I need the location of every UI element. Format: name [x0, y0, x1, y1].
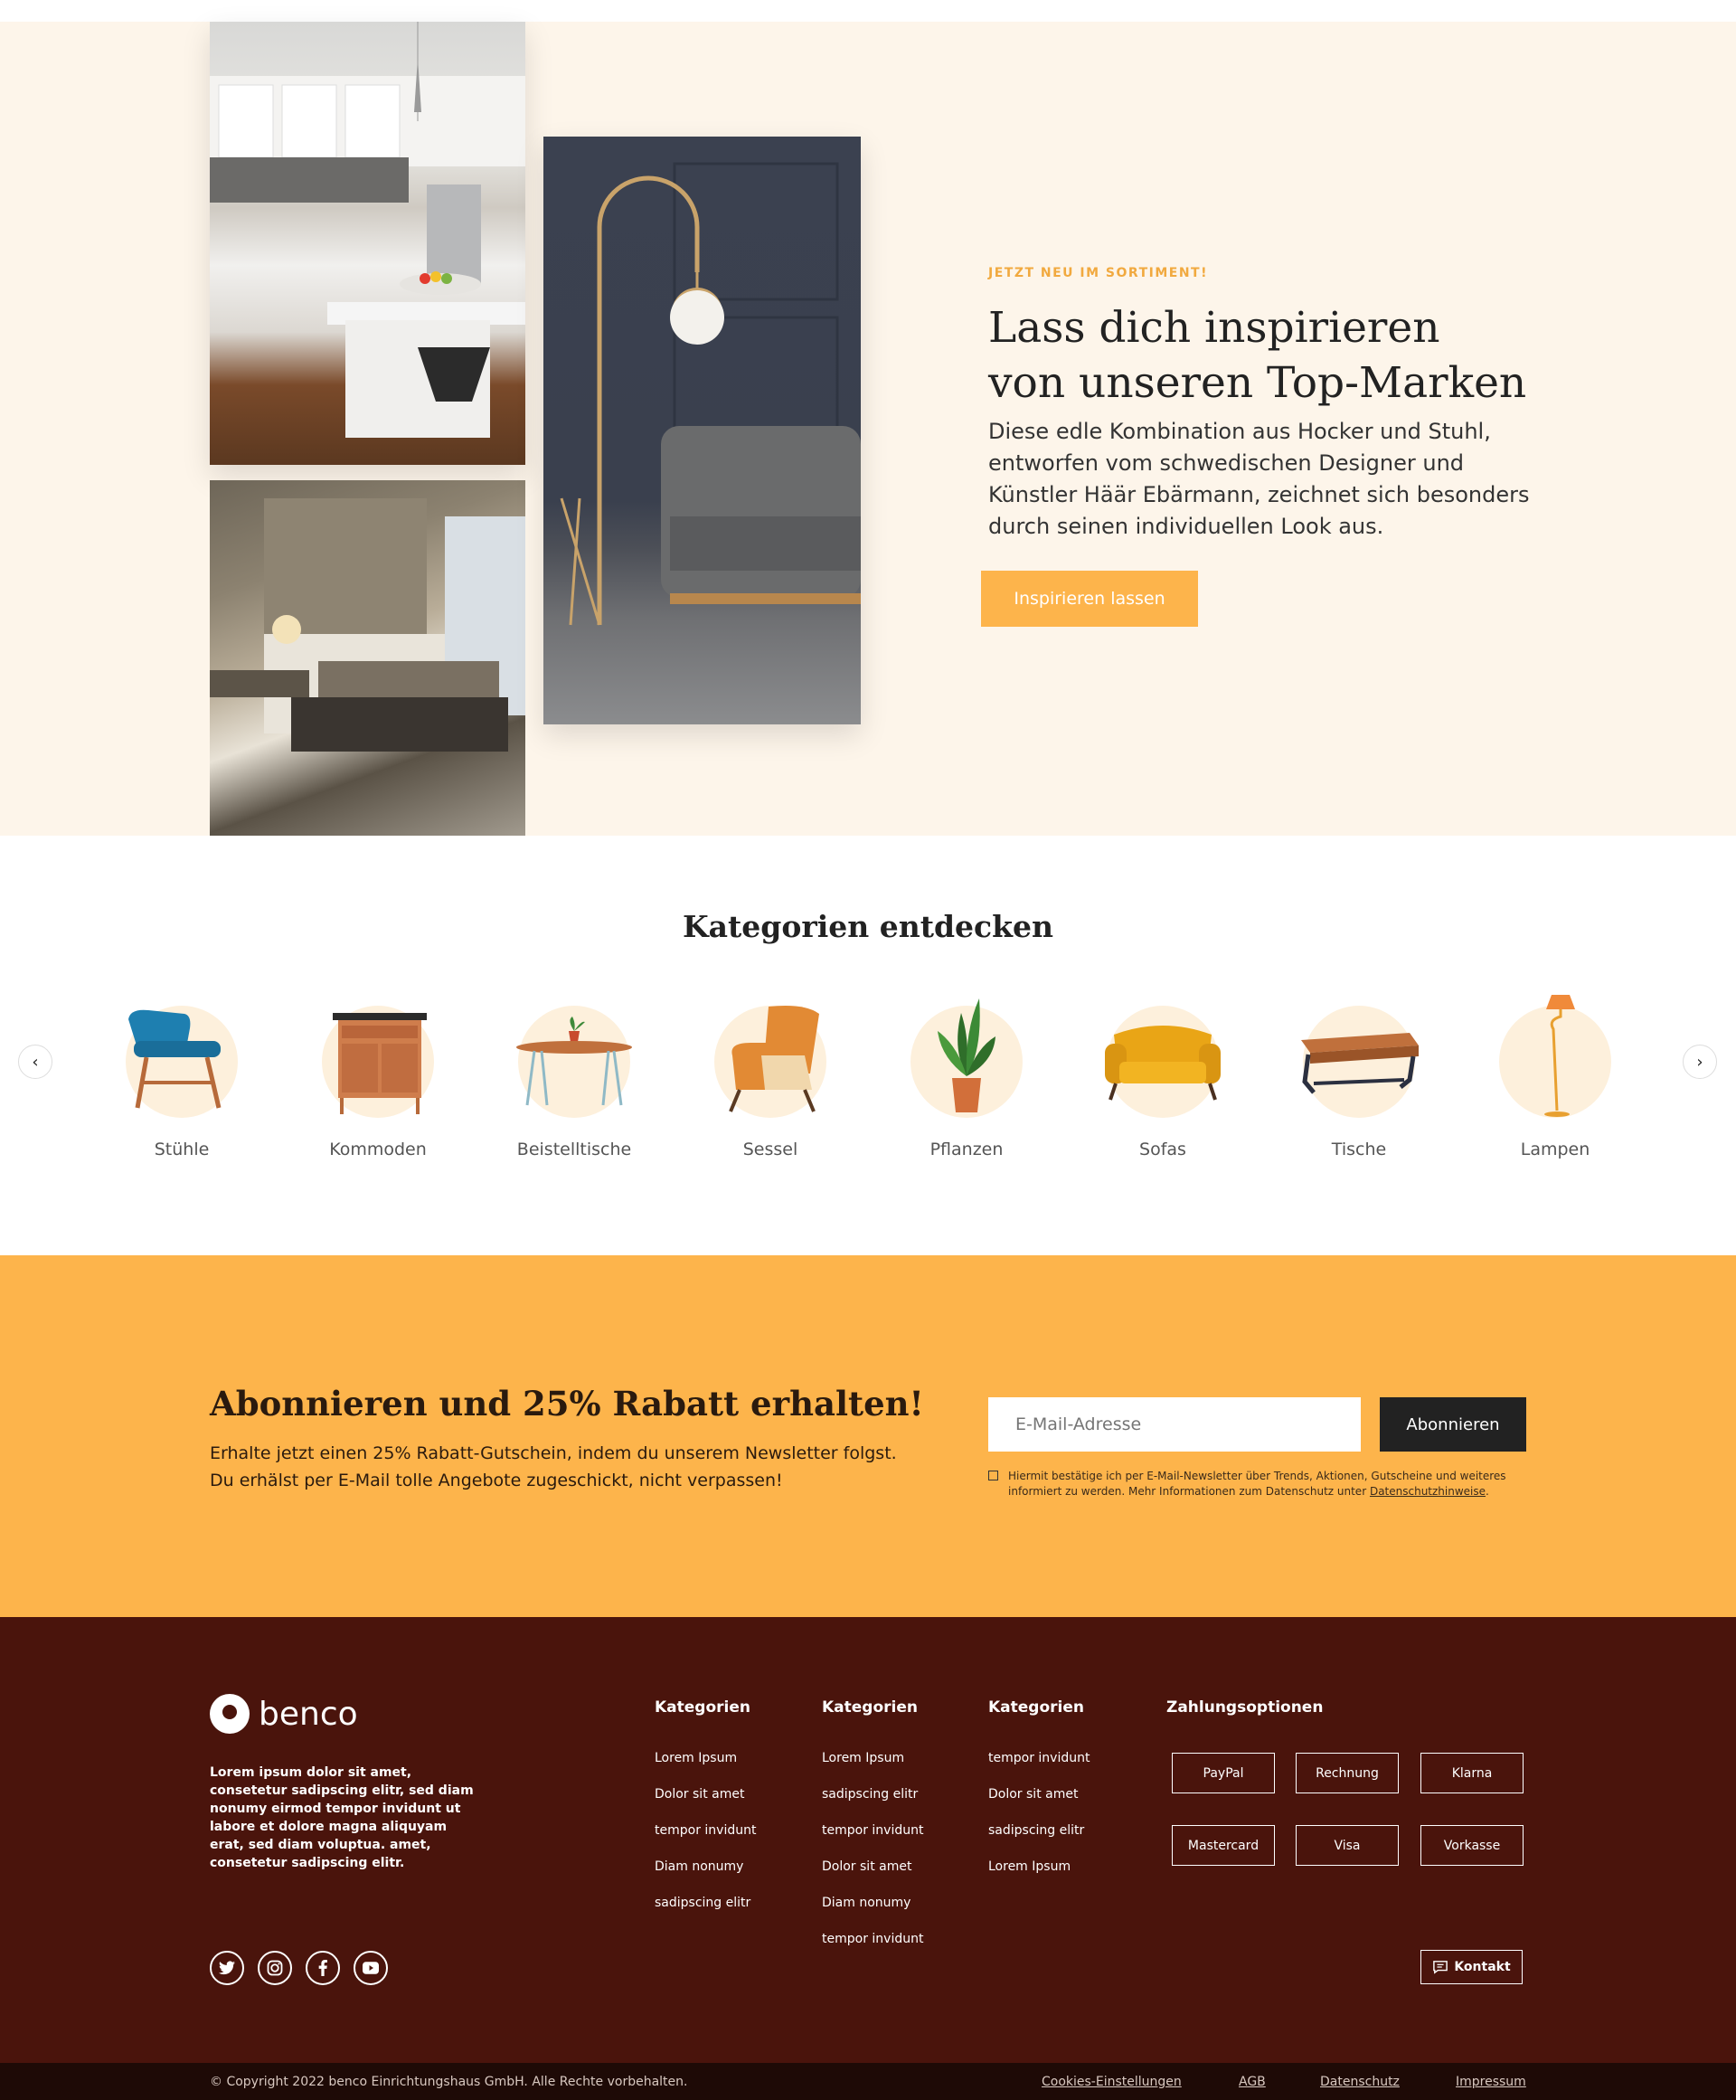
newsletter-description-line1: Erhalte jetzt einen 25% Rabatt-Gutschein…	[210, 1443, 897, 1463]
footer-column-title: Kategorien	[655, 1698, 750, 1717]
category-item-side-tables[interactable]: Beistelltische	[493, 995, 656, 1159]
category-item-armchairs[interactable]: Sessel	[689, 995, 852, 1159]
chat-icon	[1433, 1961, 1448, 1974]
bottom-bar: © Copyright 2022 benco Einrichtungshaus …	[0, 2063, 1736, 2100]
kitchen-photo	[210, 22, 525, 465]
hero-title: Lass dich inspirieren von unseren Top-Ma…	[988, 300, 1531, 411]
footer-link[interactable]: Diam nonumy	[822, 1885, 923, 1921]
footer-link[interactable]: sadipscing elitr	[655, 1885, 756, 1921]
lamp-icon	[1499, 995, 1611, 1118]
newsletter-title: Abonnieren und 25% Rabatt erhalten!	[210, 1384, 924, 1424]
category-label: Sessel	[742, 1140, 798, 1159]
categories-title: Kategorien entdecken	[682, 909, 1054, 944]
hero-text: JETZT NEU IM SORTIMENT! Lass dich inspir…	[988, 266, 1531, 543]
cookie-settings-link[interactable]: Cookies-Einstellungen	[1042, 2075, 1182, 2089]
hero-title-line2: von unseren Top-Marken	[988, 358, 1527, 408]
category-item-chairs[interactable]: Stühle	[100, 995, 263, 1159]
payment-klarna: Klarna	[1420, 1753, 1524, 1793]
brand-name: benco	[259, 1695, 358, 1733]
category-label: Sofas	[1139, 1140, 1186, 1159]
footer-link[interactable]: tempor invidunt	[988, 1740, 1090, 1776]
category-label: Beistelltische	[516, 1140, 632, 1159]
armchair-icon	[714, 1006, 826, 1118]
footer-link[interactable]: Lorem Ipsum	[655, 1740, 756, 1776]
newsletter-section: Abonnieren und 25% Rabatt erhalten! Erha…	[0, 1255, 1736, 1617]
category-label: Lampen	[1520, 1140, 1590, 1159]
footer-link[interactable]: Dolor sit amet	[655, 1776, 756, 1812]
footer-link[interactable]: tempor invidunt	[822, 1921, 923, 1957]
category-item-lamps[interactable]: Lampen	[1474, 995, 1637, 1159]
copyright: © Copyright 2022 benco Einrichtungshaus …	[210, 2075, 688, 2089]
footer-column-title: Kategorien	[988, 1698, 1084, 1717]
footer-link[interactable]: Dolor sit amet	[822, 1849, 923, 1885]
consent-end: .	[1486, 1485, 1489, 1498]
footer-column-1: Kategorien Lorem Ipsum Dolor sit amet te…	[655, 1698, 756, 1921]
youtube-icon[interactable]	[354, 1951, 388, 1985]
logo-icon	[210, 1694, 250, 1734]
category-item-sofas[interactable]: Sofas	[1081, 995, 1244, 1159]
brand-logo[interactable]: benco	[210, 1694, 358, 1734]
privacy-policy-link[interactable]: Datenschutz	[1320, 2075, 1400, 2089]
subscribe-button[interactable]: Abonnieren	[1380, 1397, 1526, 1452]
plant-icon	[910, 998, 1023, 1118]
sofa-icon	[1105, 1006, 1221, 1118]
contact-label: Kontakt	[1454, 1960, 1511, 1974]
payment-visa: Visa	[1296, 1825, 1399, 1866]
footer-column-title: Kategorien	[822, 1698, 918, 1717]
payment-invoice: Rechnung	[1296, 1753, 1399, 1793]
newsletter-description: Erhalte jetzt einen 25% Rabatt-Gutschein…	[210, 1440, 897, 1494]
chevron-left-icon[interactable]: ‹	[18, 1045, 52, 1079]
footer-column-3: Kategorien tempor invidunt Dolor sit ame…	[988, 1698, 1090, 1885]
hero-description: Diese edle Kombination aus Hocker und St…	[988, 419, 1530, 539]
payment-title: Zahlungsoptionen	[1166, 1698, 1324, 1717]
footer-link[interactable]: tempor invidunt	[655, 1812, 756, 1849]
twitter-icon[interactable]	[210, 1951, 244, 1985]
category-label: Pflanzen	[929, 1140, 1004, 1159]
footer: benco Lorem ipsum dolor sit amet, conset…	[0, 1617, 1736, 2063]
privacy-link[interactable]: Datenschutzhinweise	[1370, 1485, 1486, 1498]
consent-text: Hiermit bestätige ich per E-Mail-Newslet…	[1008, 1469, 1542, 1499]
chevron-right-icon[interactable]: ›	[1683, 1045, 1717, 1079]
category-label: Kommoden	[329, 1140, 427, 1159]
footer-link[interactable]: sadipscing elitr	[988, 1812, 1090, 1849]
imprint-link[interactable]: Impressum	[1456, 2075, 1526, 2089]
category-item-tables[interactable]: Tische	[1278, 995, 1440, 1159]
category-item-dressers[interactable]: Kommoden	[297, 995, 459, 1159]
footer-column-2: Kategorien Lorem Ipsum sadipscing elitr …	[822, 1698, 923, 1957]
agb-link[interactable]: AGB	[1239, 2075, 1266, 2089]
payment-mastercard: Mastercard	[1172, 1825, 1275, 1866]
dresser-icon	[322, 1006, 434, 1118]
chair-icon	[126, 1006, 238, 1118]
footer-about: Lorem ipsum dolor sit amet, consetetur s…	[210, 1765, 474, 1870]
hero-eyebrow: JETZT NEU IM SORTIMENT!	[988, 266, 1208, 280]
category-label: Tische	[1331, 1140, 1387, 1159]
footer-link[interactable]: Lorem Ipsum	[822, 1740, 923, 1776]
consent-checkbox[interactable]	[988, 1471, 998, 1480]
payment-prepayment: Vorkasse	[1420, 1825, 1524, 1866]
payment-paypal: PayPal	[1172, 1753, 1275, 1793]
footer-link[interactable]: sadipscing elitr	[822, 1776, 923, 1812]
footer-link[interactable]: Diam nonumy	[655, 1849, 756, 1885]
instagram-icon[interactable]	[258, 1951, 292, 1985]
contact-button[interactable]: Kontakt	[1420, 1950, 1523, 1984]
bedroom-photo	[210, 480, 525, 836]
hero-section: JETZT NEU IM SORTIMENT! Lass dich inspir…	[0, 22, 1736, 836]
footer-link[interactable]: Dolor sit amet	[988, 1776, 1090, 1812]
footer-link[interactable]: tempor invidunt	[822, 1812, 923, 1849]
floor-lamp-photo	[543, 137, 861, 724]
category-label: Stühle	[154, 1140, 210, 1159]
inspire-button[interactable]: Inspirieren lassen	[981, 571, 1198, 627]
side-table-icon	[516, 1006, 632, 1118]
hero-title-line1: Lass dich inspirieren	[988, 303, 1440, 353]
email-input[interactable]	[988, 1397, 1361, 1452]
newsletter-description-line2: Du erhälst per E-Mail tolle Angebote zug…	[210, 1471, 783, 1490]
facebook-icon[interactable]	[306, 1951, 340, 1985]
table-icon	[1301, 1006, 1419, 1118]
category-item-plants[interactable]: Pflanzen	[885, 995, 1048, 1159]
footer-link[interactable]: Lorem Ipsum	[988, 1849, 1090, 1885]
